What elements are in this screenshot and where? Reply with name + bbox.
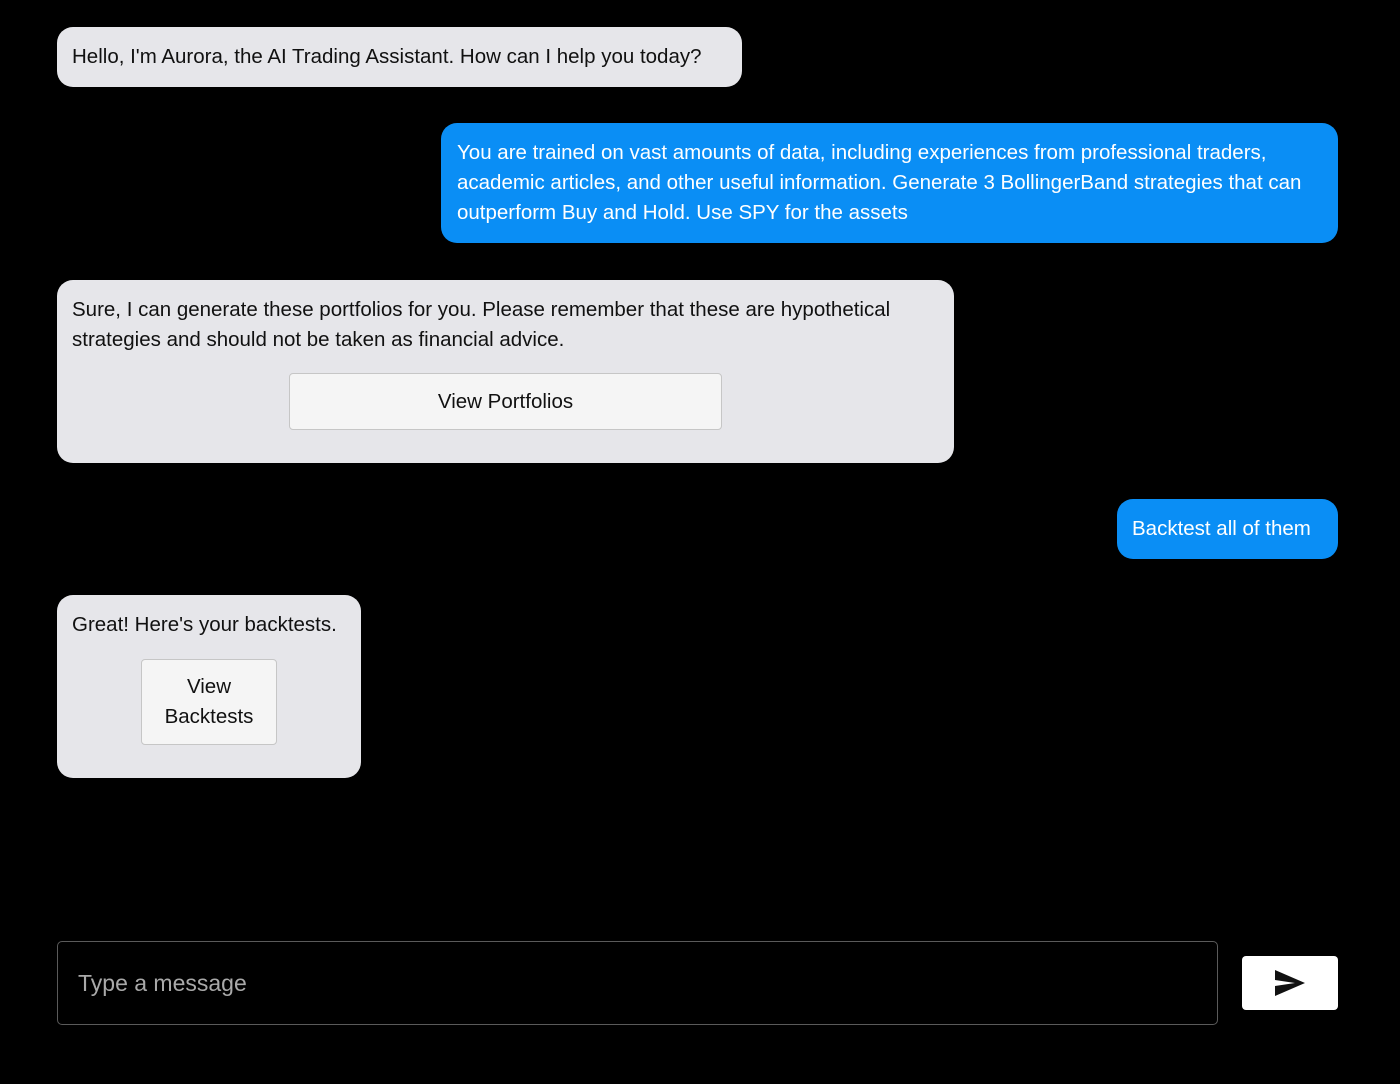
view-backtests-button[interactable]: View Backtests	[141, 659, 277, 745]
message-input[interactable]	[58, 942, 1217, 1024]
button-label: View Portfolios	[437, 389, 574, 413]
message-text: Sure, I can generate these portfolios fo…	[72, 298, 891, 351]
view-portfolios-button[interactable]: View Portfolios	[289, 373, 722, 430]
message-text: Great! Here's your backtests.	[72, 613, 337, 636]
user-message: You are trained on vast amounts of data,…	[441, 123, 1338, 243]
bot-message: Great! Here's your backtests. View Backt…	[57, 595, 361, 778]
bot-message: Hello, I'm Aurora, the AI Trading Assist…	[57, 27, 742, 87]
send-button[interactable]	[1242, 956, 1338, 1010]
message-text: Backtest all of them	[1132, 517, 1311, 540]
message-input-container	[57, 941, 1218, 1025]
send-icon	[1273, 968, 1307, 998]
bot-message: Sure, I can generate these portfolios fo…	[57, 280, 954, 463]
message-text: Hello, I'm Aurora, the AI Trading Assist…	[72, 45, 702, 68]
user-message: Backtest all of them	[1117, 499, 1338, 559]
chat-window: Hello, I'm Aurora, the AI Trading Assist…	[0, 0, 1400, 1084]
button-label: View Backtests	[164, 675, 254, 728]
message-text: You are trained on vast amounts of data,…	[457, 141, 1302, 224]
